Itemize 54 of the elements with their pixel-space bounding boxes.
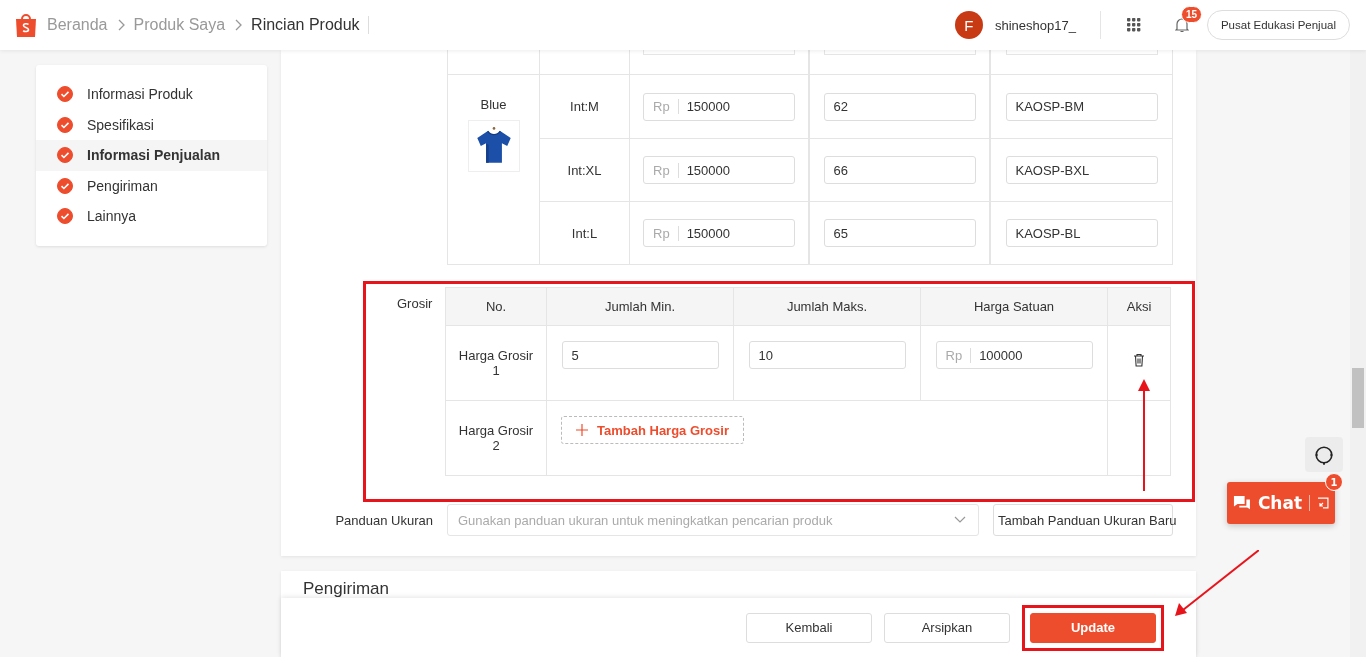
support-button[interactable] — [1305, 437, 1343, 472]
price-input[interactable]: Rp 150000 — [643, 156, 795, 184]
wholesale-label: Grosir — [397, 295, 430, 313]
price-input[interactable]: Rp 150000 — [643, 219, 795, 247]
section-nav-item[interactable]: Informasi Penjualan — [36, 140, 267, 171]
chevron-right-icon — [116, 19, 125, 31]
stock-input[interactable]: 66 — [823, 156, 976, 184]
plus-icon — [576, 424, 588, 436]
chat-bubbles-icon — [1233, 495, 1251, 511]
variant-size-label: Int:L — [571, 225, 598, 241]
price-input[interactable]: Rp 150000 — [643, 92, 795, 121]
shopping-bag-logo-icon[interactable] — [14, 12, 38, 38]
column-header: Jumlah Min. — [604, 299, 676, 314]
sku-input[interactable]: KAOSP-BXL — [1005, 156, 1158, 184]
section-nav-item[interactable]: Pengiriman — [36, 170, 267, 201]
user-avatar[interactable]: F — [954, 11, 983, 39]
section-nav-item[interactable]: Informasi Produk — [36, 79, 267, 110]
footer-button[interactable]: Kembali — [746, 612, 872, 643]
stock-input[interactable]: 62 — [823, 92, 976, 121]
seller-education-button[interactable]: Pusat Edukasi Penjual — [1206, 10, 1350, 40]
username[interactable]: shineshop17_ — [994, 17, 1076, 33]
apps-grid-icon[interactable] — [1126, 18, 1141, 32]
update-button[interactable]: Update — [1030, 612, 1156, 643]
section-nav-item[interactable]: Spesifikasi — [36, 109, 267, 140]
expand-icon — [1317, 497, 1329, 509]
scrollbar-thumb[interactable] — [1352, 368, 1364, 428]
tier-name: Harga Grosir 1 — [457, 348, 535, 378]
section-title: Pengiriman — [303, 579, 390, 599]
sku-input[interactable]: KAOSP-BM — [1005, 92, 1158, 121]
max-quantity-input[interactable]: 10 — [748, 341, 906, 369]
breadcrumb-link[interactable]: Rincian Produk — [251, 16, 369, 34]
notification-badge: 15 — [1180, 6, 1203, 23]
variant-size-label: Int:XL — [567, 162, 602, 178]
chevron-right-icon — [234, 19, 243, 31]
min-quantity-input[interactable]: 5 — [561, 341, 719, 369]
size-guide-label: Panduan Ukuran — [334, 512, 433, 528]
variant-color-label: Blue — [480, 97, 507, 112]
column-header: Jumlah Maks. — [786, 299, 868, 314]
chevron-down-icon — [954, 516, 966, 524]
unit-price-input[interactable]: Rp 100000 — [935, 341, 1093, 369]
sku-input[interactable]: KAOSP-BL — [1005, 219, 1158, 247]
footer-button[interactable]: Arsipkan — [884, 612, 1010, 643]
chat-badge: 1 — [1325, 473, 1343, 491]
trash-icon[interactable] — [1133, 353, 1145, 367]
add-wholesale-button[interactable]: Tambah Harga Grosir — [561, 416, 744, 444]
column-header: Harga Satuan — [973, 299, 1055, 314]
section-nav-item[interactable]: Lainnya — [36, 201, 267, 232]
column-header: No. — [485, 299, 507, 314]
variant-size-label: Int:M — [570, 99, 599, 114]
bell-icon[interactable] — [1174, 17, 1189, 33]
stock-input[interactable]: 65 — [823, 219, 976, 247]
column-header: Aksi — [1126, 299, 1152, 314]
headset-icon — [1313, 443, 1335, 466]
tier-name: Harga Grosir 2 — [457, 423, 535, 453]
